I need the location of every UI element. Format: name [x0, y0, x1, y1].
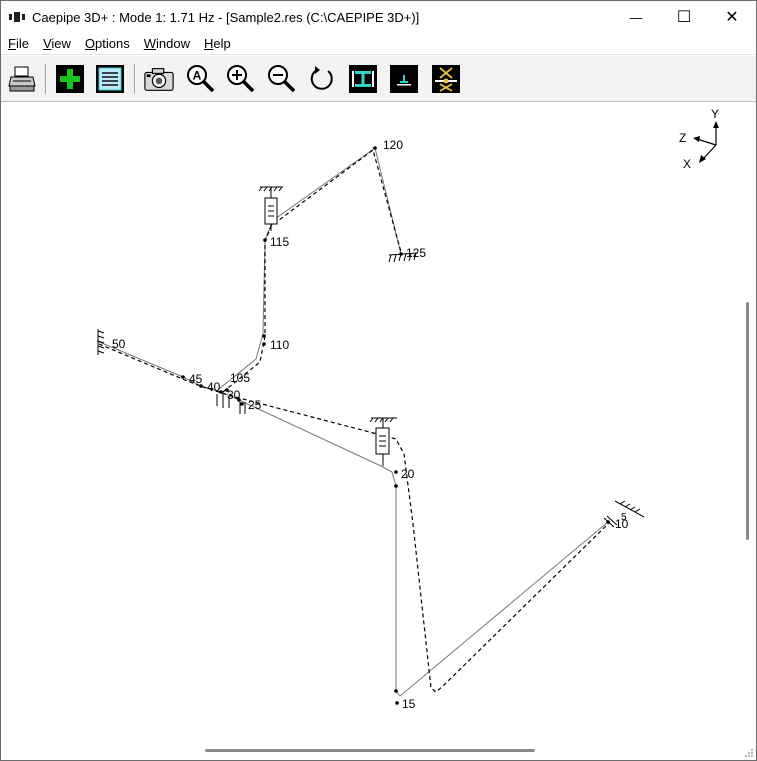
mode-shape: [98, 148, 611, 693]
horizontal-scrollbar[interactable]: [3, 742, 740, 759]
rotate-icon: [310, 66, 333, 90]
rotate-button[interactable]: [306, 63, 338, 95]
beam-icon: [349, 65, 377, 93]
zoom-out-icon: [268, 65, 296, 93]
node-label-30: 30: [227, 388, 241, 402]
svg-text:A: A: [193, 69, 202, 83]
node-label-15: 15: [402, 697, 416, 711]
hanger-20-symbol: [369, 417, 397, 466]
window-title: Caepipe 3D+ : Mode 1: 1.71 Hz - [Sample2…: [32, 9, 420, 25]
printer-icon: [8, 66, 36, 92]
axis-z-label: Z: [679, 131, 686, 145]
maximize-button[interactable]: ☐: [660, 1, 708, 33]
support-icon: [390, 65, 418, 93]
camera-icon: [144, 68, 174, 91]
anchor-icon: [432, 65, 460, 93]
toolbar-separator: [134, 64, 136, 94]
node-label-110: 110: [270, 338, 289, 352]
zoom-in-icon: [227, 65, 255, 93]
title-bar[interactable]: Caepipe 3D+ : Mode 1: 1.71 Hz - [Sample2…: [1, 1, 756, 33]
show-anchors-button[interactable]: [430, 63, 462, 95]
list-icon: [96, 65, 124, 93]
node-label-50: 50: [112, 337, 126, 351]
node-label-115: 115: [270, 235, 289, 249]
vertical-scroll-thumb[interactable]: [746, 302, 749, 540]
vertical-scrollbar[interactable]: [740, 104, 756, 740]
node-label-120: 120: [383, 138, 403, 152]
axis-x-label: X: [683, 157, 691, 171]
axis-triad: Y Z X: [679, 107, 719, 171]
zoom-out-button[interactable]: [265, 63, 297, 95]
zoom-all-icon: A: [187, 65, 215, 93]
hanger-115-symbol: [258, 186, 283, 231]
undeformed-shape: [96, 147, 609, 697]
node-label-105: 105: [230, 371, 250, 385]
application-window: Caepipe 3D+ : Mode 1: 1.71 Hz - [Sample2…: [0, 0, 757, 761]
node-label-45: 45: [189, 372, 203, 386]
minimize-button[interactable]: —: [612, 1, 660, 33]
toolbar-separator: [45, 64, 47, 94]
node-label-20: 20: [401, 467, 415, 481]
resize-grip-icon[interactable]: [744, 748, 754, 758]
show-beams-button[interactable]: [347, 63, 379, 95]
node-label-40: 40: [207, 380, 221, 394]
menu-options[interactable]: Options: [78, 33, 137, 55]
menu-bar: File View Options Window Help: [1, 33, 756, 55]
zoom-in-button[interactable]: [224, 63, 256, 95]
print-button[interactable]: [6, 63, 38, 95]
zoom-all-button[interactable]: A: [184, 63, 216, 95]
close-icon: ✕: [725, 9, 739, 26]
minimize-icon: —: [629, 9, 643, 25]
plus-icon: [56, 65, 84, 93]
app-icon: [9, 11, 25, 23]
menu-help[interactable]: Help: [197, 33, 238, 55]
menu-window[interactable]: Window: [137, 33, 197, 55]
maximize-icon: ☐: [676, 9, 692, 26]
show-supports-button[interactable]: [388, 63, 420, 95]
node-label-25: 25: [248, 398, 262, 412]
close-button[interactable]: ✕: [708, 1, 756, 33]
menu-file[interactable]: File: [1, 33, 36, 55]
window-controls: — ☐ ✕: [612, 1, 756, 33]
piping-model-drawing[interactable]: 120 125 115 110 50 45 105 40 30 25 20 10…: [3, 104, 738, 740]
node-label-5: 5: [621, 512, 627, 523]
add-button[interactable]: [54, 63, 86, 95]
menu-view[interactable]: View: [36, 33, 78, 55]
axis-y-label: Y: [711, 107, 719, 121]
model-view[interactable]: 120 125 115 110 50 45 105 40 30 25 20 10…: [3, 104, 738, 740]
list-button[interactable]: [94, 63, 126, 95]
toolbar: A: [1, 56, 756, 102]
node-label-125: 125: [406, 246, 426, 260]
horizontal-scroll-thumb[interactable]: [205, 749, 535, 752]
snapshot-button[interactable]: [143, 63, 175, 95]
